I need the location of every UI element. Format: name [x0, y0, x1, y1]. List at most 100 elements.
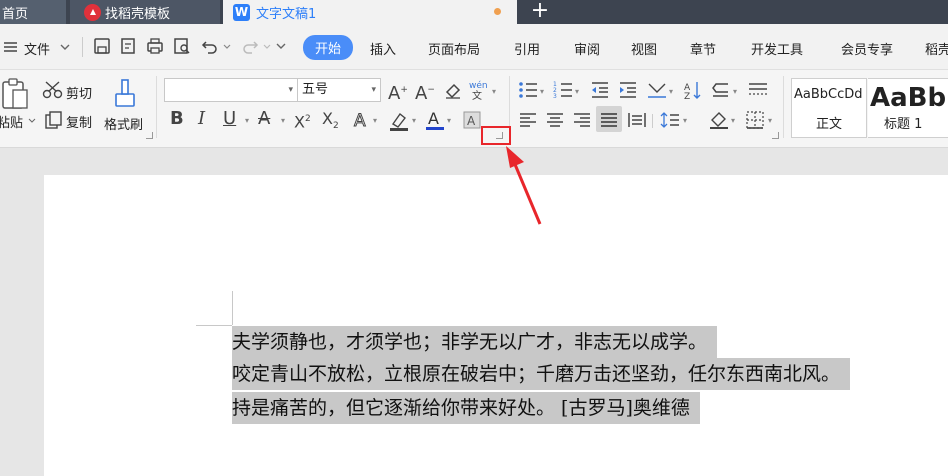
- justify-icon[interactable]: [599, 110, 619, 130]
- menu-references[interactable]: 引用: [514, 39, 540, 58]
- borders-dropdown-icon[interactable]: ▾: [768, 116, 772, 125]
- font-size-value: 五号: [302, 82, 329, 97]
- character-shading-icon[interactable]: A: [462, 110, 482, 130]
- align-left-icon[interactable]: [518, 110, 538, 130]
- copy-label[interactable]: 复制: [66, 112, 92, 131]
- pinyin-dropdown-icon[interactable]: ▾: [492, 87, 496, 96]
- text-line-3[interactable]: 持是痛苦的，但它逐渐给你带来好处。 [古罗马]奥维德: [232, 392, 700, 424]
- font-shrink-icon[interactable]: A−: [415, 80, 435, 104]
- clear-format-icon[interactable]: [443, 80, 463, 100]
- menu-insert[interactable]: 插入: [370, 39, 396, 58]
- undo-dropdown-icon[interactable]: [222, 36, 232, 56]
- decrease-indent-icon[interactable]: [590, 80, 610, 100]
- paragraph-dialog-launcher-icon[interactable]: [772, 132, 779, 139]
- subscript-icon[interactable]: X2: [322, 109, 339, 136]
- paragraph-shading-dropdown-icon[interactable]: ▾: [731, 116, 735, 125]
- hamburger-icon[interactable]: [2, 38, 20, 56]
- style-normal[interactable]: AaBbCcDd 正文: [791, 78, 867, 138]
- font-grow-icon[interactable]: A+: [388, 80, 408, 104]
- print-icon[interactable]: [145, 36, 165, 56]
- text-effect-dropdown-icon[interactable]: ▾: [373, 116, 377, 125]
- menu-start[interactable]: 开始: [303, 35, 353, 60]
- pinyin-guide-icon[interactable]: wén文: [468, 78, 490, 100]
- style-normal-label: 正文: [815, 117, 842, 132]
- annotation-arrow-icon: [506, 146, 542, 225]
- writer-logo-icon: W: [233, 3, 250, 21]
- text-direction-icon[interactable]: [646, 80, 668, 100]
- export-pdf-icon[interactable]: [118, 36, 138, 56]
- undo-icon[interactable]: [200, 36, 220, 56]
- style-heading-1[interactable]: AaBb 标题 1: [868, 78, 948, 138]
- increase-indent-icon[interactable]: [618, 80, 638, 100]
- customize-toolbar-icon[interactable]: [274, 36, 288, 56]
- format-painter-label[interactable]: 格式刷: [104, 114, 143, 133]
- borders-icon[interactable]: [745, 110, 765, 130]
- page-margin-marker: [196, 325, 232, 326]
- font-color-dropdown-icon[interactable]: ▾: [447, 116, 451, 125]
- bullets-dropdown-icon[interactable]: ▾: [540, 87, 544, 96]
- print-preview-icon[interactable]: [172, 36, 192, 56]
- clipboard-dialog-launcher-icon[interactable]: [146, 132, 153, 139]
- svg-text:A: A: [354, 111, 366, 130]
- chevron-down-icon[interactable]: [58, 41, 72, 53]
- menu-bar: 文件 开始 插入 页面布局 引用 审阅 视图 章节 开发工具 会员专享 稻壳: [0, 24, 948, 70]
- divider: [652, 114, 653, 128]
- sort-icon[interactable]: AZ: [683, 80, 703, 100]
- paste-label[interactable]: 粘贴: [0, 112, 23, 131]
- menu-view[interactable]: 视图: [631, 39, 657, 58]
- new-tab-button[interactable]: +: [527, 0, 553, 24]
- bold-icon[interactable]: B: [170, 109, 184, 129]
- chevron-down-icon: ▾: [371, 85, 376, 95]
- tab-home[interactable]: 首页: [0, 0, 66, 24]
- save-icon[interactable]: [92, 36, 112, 56]
- highlight-dropdown-icon[interactable]: ▾: [412, 116, 416, 125]
- table-insert-icon[interactable]: [747, 80, 769, 100]
- align-center-icon[interactable]: [545, 110, 565, 130]
- scissors-icon[interactable]: [42, 80, 64, 100]
- chevron-down-icon: ▾: [288, 85, 293, 95]
- numbering-dropdown-icon[interactable]: ▾: [575, 87, 579, 96]
- text-line-1[interactable]: 夫学须静也，才须学也；非学无以广才，非志无以成学。: [232, 326, 718, 358]
- text-line-2[interactable]: 咬定青山不放松，立根原在破岩中；千磨万击还坚劲，任尔东西南北风。: [232, 358, 851, 390]
- bullets-icon[interactable]: [518, 80, 538, 100]
- text-effect-icon[interactable]: A: [352, 110, 372, 131]
- menu-docer[interactable]: 稻壳: [925, 39, 948, 58]
- menu-review[interactable]: 审阅: [574, 39, 600, 58]
- font-color-icon[interactable]: A: [424, 108, 446, 132]
- underline-icon[interactable]: U: [223, 109, 236, 129]
- redo-icon[interactable]: [240, 36, 260, 56]
- underline-dropdown-icon[interactable]: ▾: [245, 116, 249, 125]
- show-hide-marks-icon[interactable]: [710, 80, 732, 100]
- copy-icon[interactable]: [44, 110, 64, 130]
- tab-template[interactable]: 找稻壳模板: [70, 0, 220, 24]
- menu-section[interactable]: 章节: [690, 39, 716, 58]
- tab-document[interactable]: W 文字文稿1: [223, 0, 517, 24]
- show-hide-dropdown-icon[interactable]: ▾: [733, 87, 737, 96]
- superscript-icon[interactable]: X2: [294, 109, 311, 132]
- align-right-icon[interactable]: [572, 110, 592, 130]
- text-direction-dropdown-icon[interactable]: ▾: [669, 87, 673, 96]
- line-spacing-icon[interactable]: [660, 110, 680, 130]
- strikethrough-dropdown-icon[interactable]: ▾: [281, 116, 285, 125]
- highlight-icon[interactable]: [388, 110, 410, 132]
- italic-icon[interactable]: I: [198, 109, 205, 129]
- redo-dropdown-icon[interactable]: [262, 36, 272, 56]
- tab-home-label: 首页: [2, 6, 29, 22]
- paste-icon[interactable]: [0, 76, 30, 110]
- menu-file[interactable]: 文件: [24, 39, 50, 58]
- paste-dropdown-icon[interactable]: [27, 116, 37, 126]
- paragraph-shading-icon[interactable]: [708, 110, 730, 130]
- menu-page-layout[interactable]: 页面布局: [428, 39, 480, 58]
- menu-developer[interactable]: 开发工具: [751, 39, 803, 58]
- menu-member[interactable]: 会员专享: [841, 39, 893, 58]
- strikethrough-icon[interactable]: A: [258, 109, 270, 129]
- font-name-select[interactable]: ▾: [164, 78, 298, 102]
- docer-logo-icon: [84, 3, 101, 21]
- format-painter-icon[interactable]: [112, 76, 138, 110]
- font-size-select[interactable]: 五号 ▾: [297, 78, 381, 102]
- distributed-icon[interactable]: [627, 110, 647, 130]
- numbering-icon[interactable]: 123: [553, 80, 573, 100]
- cut-label[interactable]: 剪切: [66, 83, 92, 102]
- line-spacing-dropdown-icon[interactable]: ▾: [683, 116, 687, 125]
- ribbon-home: 粘贴 剪切 复制 格式刷 ▾ 五号 ▾ A+ A− wén 文 ▾ B I U ▾…: [0, 70, 948, 148]
